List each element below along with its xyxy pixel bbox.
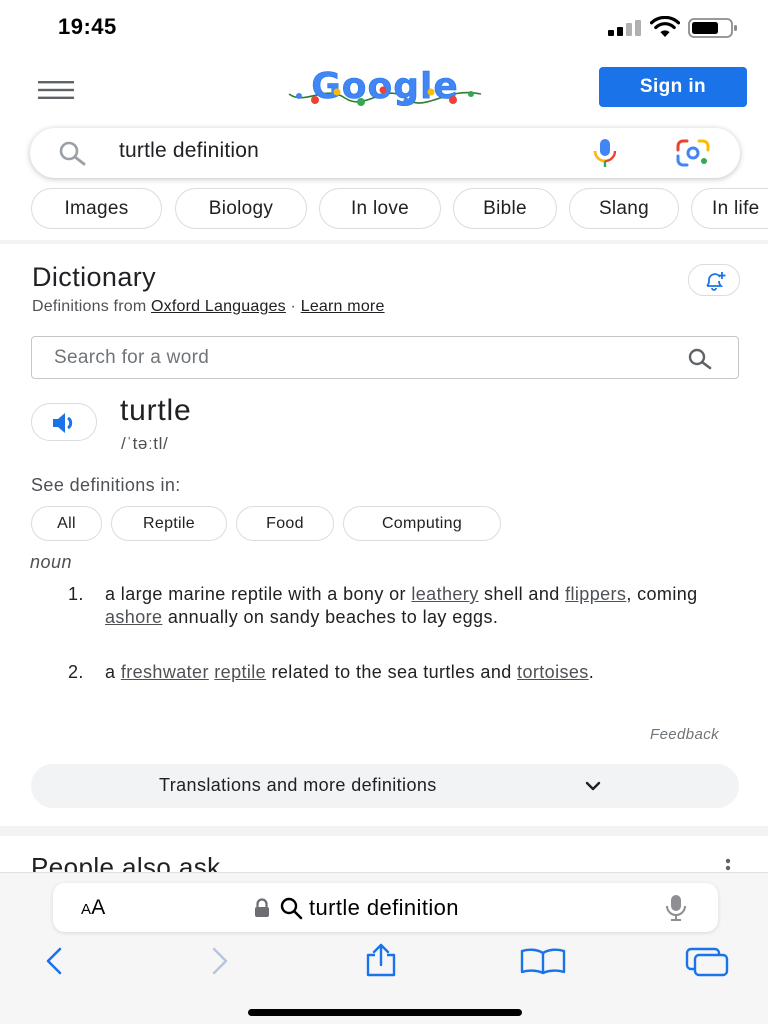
- address-bar-text[interactable]: turtle definition: [309, 895, 459, 921]
- chip-in-love[interactable]: In love: [319, 188, 441, 229]
- back-arrow-icon[interactable]: [42, 945, 66, 977]
- chip-images[interactable]: Images: [31, 188, 162, 229]
- status-bar: 19:45: [0, 0, 768, 56]
- tabs-icon[interactable]: [685, 947, 729, 977]
- more-vert-icon[interactable]: [722, 858, 734, 872]
- hamburger-menu-icon[interactable]: [38, 80, 74, 100]
- chevron-down-icon: [585, 781, 601, 791]
- reader-aa-button[interactable]: AA: [81, 896, 105, 920]
- definition-link[interactable]: freshwater: [121, 662, 209, 682]
- definition-2: 2. a freshwater reptile related to the s…: [68, 661, 736, 709]
- people-also-ask-title: People also ask: [31, 852, 221, 872]
- chip-bible[interactable]: Bible: [453, 188, 557, 229]
- word-search-icon[interactable]: [687, 347, 713, 371]
- safari-toolbar: AA turtle definition: [0, 872, 768, 1024]
- microphone-icon[interactable]: [590, 137, 620, 169]
- feedback-link[interactable]: Feedback: [650, 726, 719, 743]
- search-bar[interactable]: turtle definition: [30, 128, 740, 178]
- definition-number: 1.: [68, 584, 84, 604]
- forward-arrow-icon[interactable]: [208, 945, 232, 977]
- search-filter-chips: Images Biology In love Bible Slang In li…: [0, 188, 768, 232]
- address-bar[interactable]: AA turtle definition: [53, 883, 718, 932]
- definition-link[interactable]: ashore: [105, 607, 162, 627]
- oxford-languages-link[interactable]: Oxford Languages: [151, 298, 286, 315]
- microphone-icon[interactable]: [665, 894, 687, 922]
- home-indicator: [248, 1009, 522, 1016]
- section-divider: [0, 826, 768, 836]
- add-alert-icon: [706, 272, 726, 291]
- share-icon[interactable]: [362, 943, 400, 977]
- category-chip-computing[interactable]: Computing: [343, 506, 501, 541]
- battery-icon: [688, 18, 737, 38]
- category-chip-reptile[interactable]: Reptile: [111, 506, 227, 541]
- wifi-icon: [650, 16, 680, 37]
- pronunciation-button[interactable]: [31, 403, 97, 441]
- definition-number: 2.: [68, 662, 84, 682]
- status-time: 19:45: [58, 14, 117, 39]
- section-divider: [0, 240, 768, 244]
- chip-in-life[interactable]: In life: [691, 188, 768, 229]
- see-definitions-label: See definitions in:: [31, 475, 181, 495]
- cellular-signal-icon: [608, 20, 641, 36]
- dictionary-source: Definitions from Oxford Languages · Lear…: [32, 298, 385, 315]
- definition-text: a large marine reptile with a bony or le…: [105, 584, 698, 627]
- search-query[interactable]: turtle definition: [119, 139, 259, 163]
- chip-slang[interactable]: Slang: [569, 188, 679, 229]
- add-alert-button[interactable]: [688, 264, 740, 296]
- part-of-speech: noun: [30, 552, 73, 572]
- translations-more-definitions-button[interactable]: Translations and more definitions: [31, 764, 739, 808]
- google-doodle-logo[interactable]: Google: [285, 62, 485, 114]
- definition-1: 1. a large marine reptile with a bony or…: [68, 583, 736, 653]
- phonetic: /ˈtəːtl/: [121, 434, 169, 453]
- word-search-input[interactable]: [54, 345, 654, 371]
- bookmarks-icon[interactable]: [520, 947, 566, 975]
- definition-link[interactable]: flippers: [565, 584, 626, 604]
- category-chip-food[interactable]: Food: [236, 506, 334, 541]
- definition-link[interactable]: tortoises: [517, 662, 589, 682]
- search-icon: [280, 897, 303, 920]
- chip-biology[interactable]: Biology: [175, 188, 307, 229]
- headword: turtle: [120, 394, 192, 427]
- definition-link[interactable]: reptile: [214, 662, 266, 682]
- google-lens-icon[interactable]: [675, 139, 711, 167]
- lock-icon: [255, 898, 269, 917]
- logo-text: Google: [311, 66, 459, 107]
- search-icon: [59, 141, 86, 166]
- dictionary-title: Dictionary: [32, 262, 157, 292]
- category-chip-all[interactable]: All: [31, 506, 102, 541]
- speaker-icon: [53, 413, 73, 433]
- learn-more-link[interactable]: Learn more: [301, 298, 385, 315]
- people-also-ask-section: People also ask: [0, 836, 768, 872]
- sign-in-button[interactable]: Sign in: [599, 67, 747, 107]
- definition-text: a freshwater reptile related to the sea …: [105, 662, 595, 682]
- definition-link[interactable]: leathery: [411, 584, 478, 604]
- more-definitions-label: Translations and more definitions: [159, 775, 437, 795]
- word-search-box[interactable]: [31, 336, 739, 379]
